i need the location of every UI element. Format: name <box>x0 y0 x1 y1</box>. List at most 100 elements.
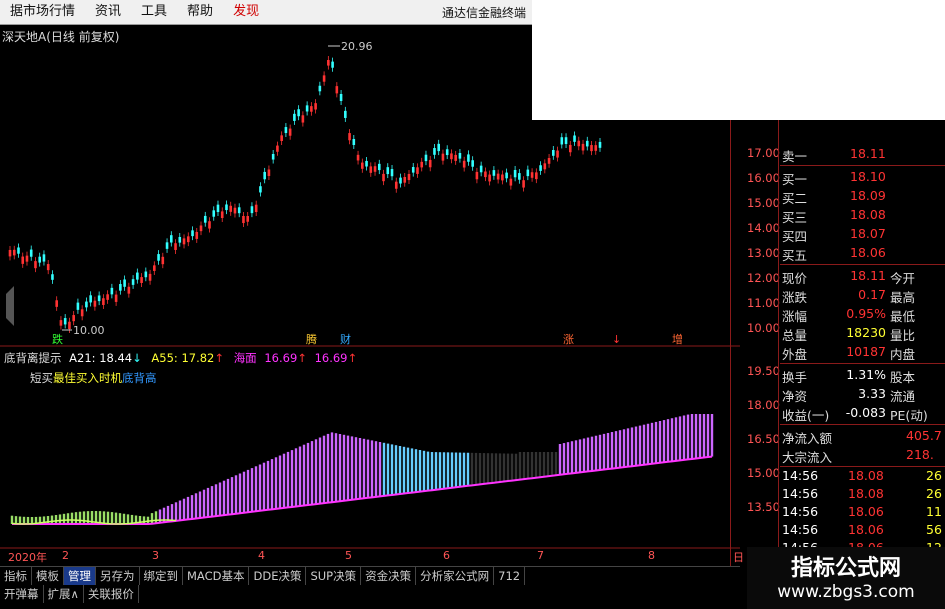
indicator-bar <box>666 419 670 462</box>
indicator-bar <box>226 478 230 515</box>
stat-label: 现价 <box>782 271 808 286</box>
kline-chart[interactable]: 20.96 10.00 跌 腾 财 涨 ↓ 增 <box>0 24 740 549</box>
tab-macd[interactable]: MACD基本 <box>183 567 250 585</box>
price-tick: 11.00 <box>747 296 780 310</box>
date-tick: 4 <box>258 549 265 562</box>
tab-save-as[interactable]: 另存为 <box>96 567 140 585</box>
legend-best-buy: 最佳买入时机 <box>53 371 122 385</box>
date-tick: 日 <box>733 551 744 564</box>
tab-analyst[interactable]: 分析家公式网 <box>416 567 495 585</box>
indicator-bar <box>62 513 66 524</box>
indicator-bar <box>378 442 382 497</box>
stat-value: 0.95% <box>846 306 886 321</box>
indicator-bar <box>170 504 174 522</box>
indicator-bar <box>58 514 62 524</box>
a21-value: 18.44 <box>99 351 133 365</box>
tab-manage[interactable]: 管理 <box>64 567 96 585</box>
tab-sup[interactable]: SUP决策 <box>306 567 362 585</box>
stats-divider <box>780 264 945 265</box>
buy-row: 买四 18.07 <box>780 226 945 246</box>
indicator-bar <box>554 452 558 476</box>
danmaku-toggle[interactable]: 开弹幕 <box>0 585 44 603</box>
indicator-bar <box>382 442 386 496</box>
price-tick: 16.00 <box>747 171 780 185</box>
indicator-bar <box>106 511 110 524</box>
indicator-bar <box>314 439 318 505</box>
tab-capital[interactable]: 资金决策 <box>361 567 417 585</box>
signal-label-1: 跌 <box>52 332 63 346</box>
up-arrow-icon: ↑ <box>347 351 358 365</box>
stat-value: -0.083 <box>845 405 886 420</box>
indicator-bar <box>566 442 570 474</box>
indicator-bar <box>518 452 522 480</box>
indicator-bar <box>246 469 250 513</box>
indicator-bar <box>50 515 54 524</box>
indicator-bar <box>234 475 238 514</box>
indicator-bar <box>514 453 518 481</box>
tab-712[interactable]: 712 <box>494 567 526 585</box>
indicator-bar <box>586 437 590 472</box>
menu-discover[interactable]: 发现 <box>223 0 269 24</box>
indicator-bar <box>650 422 654 464</box>
stat-label: 涨幅 <box>782 309 808 324</box>
stat-row: 换手 1.31% 股本 <box>780 367 945 387</box>
buy-row: 买二 18.09 <box>780 188 945 208</box>
indicator-tick: 15.00 <box>747 466 780 480</box>
buy-row: 买一 18.10 <box>780 169 945 189</box>
axis-divider <box>730 120 731 570</box>
trade-time: 14:56 <box>782 522 819 537</box>
indicator-bar <box>550 452 554 476</box>
indicator-bar <box>422 450 426 492</box>
indicator-bar <box>206 487 210 518</box>
buy-label: 买三 <box>782 210 808 225</box>
up-arrow-icon: ↑ <box>297 351 307 365</box>
indicator-bar <box>386 443 390 496</box>
indicator-bar <box>482 453 486 484</box>
signal-label-6: 增 <box>672 332 683 346</box>
app-brand: 通达信金融终端 <box>441 5 526 20</box>
indicator-bar <box>70 512 74 524</box>
indicator-bar <box>522 452 526 480</box>
buy-value: 18.08 <box>850 207 886 222</box>
price-tick: 12.00 <box>747 271 780 285</box>
bottom-toolbar: 开弹幕 扩展∧ 关联报价 <box>0 585 139 603</box>
indicator-name[interactable]: 底背离提示 <box>4 351 62 365</box>
scroll-handle-icon[interactable] <box>6 286 14 326</box>
indicator-bar <box>446 452 450 489</box>
sea-value-2: 16.69 <box>314 351 348 365</box>
indicator-legend: 短买最佳买入时机底背高 <box>30 370 157 386</box>
indicator-bar <box>150 513 154 524</box>
indicator-bar <box>362 438 366 499</box>
date-tick: 2 <box>62 549 69 562</box>
indicator-bar <box>18 516 22 524</box>
indicator-bar <box>662 420 666 463</box>
signal-label-2: 腾 <box>306 332 317 346</box>
indicator-tick: 19.50 <box>747 364 780 378</box>
buy-row: 买三 18.08 <box>780 207 945 227</box>
tab-indicator[interactable]: 指标 <box>0 567 32 585</box>
trade-price: 18.06 <box>848 522 884 537</box>
indicator-bar <box>102 511 106 524</box>
related-quote-button[interactable]: 关联报价 <box>84 585 139 603</box>
indicator-bar <box>402 446 406 494</box>
indicator-bar <box>406 447 410 494</box>
tab-dde[interactable]: DDE决策 <box>249 567 307 585</box>
indicator-bar <box>590 436 594 471</box>
trade-time: 14:56 <box>782 504 819 519</box>
menu-market[interactable]: 据市场行情 <box>0 0 85 24</box>
indicator-bar <box>262 462 266 511</box>
indicator-bar <box>618 430 622 468</box>
indicator-bar <box>418 450 422 492</box>
indicator-tab-bar: 指标 模板 管理 另存为 绑定到 MACD基本 DDE决策 SUP决策 资金决策… <box>0 566 740 585</box>
tab-template[interactable]: 模板 <box>32 567 64 585</box>
menu-help[interactable]: 帮助 <box>177 0 223 24</box>
expand-button[interactable]: 扩展∧ <box>44 585 84 603</box>
date-tick: 2020年 <box>8 551 47 564</box>
menu-tools[interactable]: 工具 <box>131 0 177 24</box>
buy-row: 买五 18.06 <box>780 245 945 265</box>
indicator-bar <box>330 432 334 503</box>
tab-bind-to[interactable]: 绑定到 <box>140 567 183 585</box>
stat-value: 10187 <box>846 344 886 359</box>
indicator-bar <box>230 477 234 515</box>
menu-news[interactable]: 资讯 <box>85 0 131 24</box>
